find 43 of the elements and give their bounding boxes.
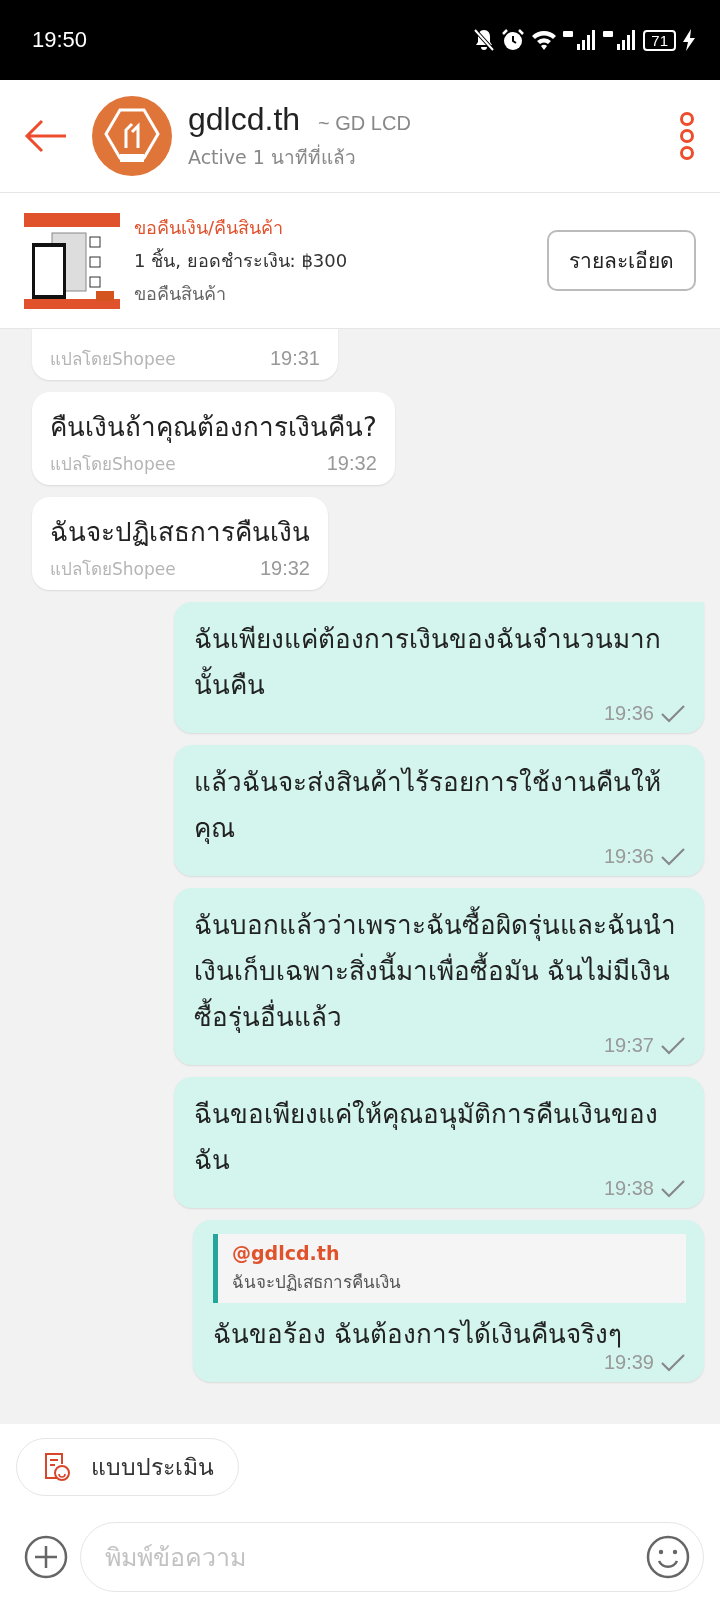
clock: 19:50 (32, 27, 88, 53)
message-time: 19:36 (603, 845, 654, 868)
quote-author: @gdlcd.th (232, 1242, 341, 1264)
message-text: ฉันเพียงแค่ต้องการเงินของฉันจำนวนมากนั้นคืน (194, 623, 662, 702)
emoji-icon[interactable] (646, 1535, 690, 1579)
signal-icon (603, 29, 638, 51)
message-time: 19:31 (269, 347, 320, 370)
message-time: 19:39 (603, 1351, 654, 1374)
signal-icon (563, 29, 598, 51)
translation-note: แปลโดยShopee (50, 558, 176, 581)
message-text: คืนเงินถ้าคุณต้องการเงินคืน? (50, 411, 377, 445)
order-status-title: ขอคืนเงิน/คืนสินค้า (134, 216, 285, 240)
message-time: 19:36 (603, 702, 654, 725)
message-time: 19:32 (259, 557, 310, 580)
message-text: ฉันขอร้อง ฉันต้องการได้เงินคืนจริงๆ (213, 1318, 624, 1351)
shop-name: gdlcd.th (188, 100, 301, 138)
order-request-type: ขอคืนสินค้า (134, 282, 227, 306)
order-summary: 1 ชิ้น, ยอดชำระเงิน: ฿300 (134, 247, 349, 273)
message-text: ฉันจะปฏิเสธการคืนเงิน (50, 516, 310, 549)
quote-text: ฉันจะปฏิเสธการคืนเงิน (232, 1271, 402, 1294)
quoted-message[interactable]: @gdlcd.th ฉันจะปฏิเสธการคืนเงิน (213, 1234, 686, 1303)
bell-off-icon (473, 28, 496, 52)
translation-note: แปลโดยShopee (50, 348, 176, 371)
alarm-icon (501, 28, 526, 52)
wifi-icon (531, 29, 558, 51)
shop-avatar[interactable] (92, 96, 172, 176)
survey-icon (43, 1452, 71, 1482)
add-icon[interactable] (24, 1535, 68, 1579)
details-button[interactable]: รายละเอียด (547, 230, 696, 291)
translation-note: แปลโดยShopee (50, 453, 176, 476)
battery-indicator: 71 (643, 29, 676, 51)
message-text: แล้วฉันจะส่งสินค้าไร้รอยการใช้งานคืนให้คุณ (194, 766, 662, 846)
more-options-icon[interactable] (678, 112, 696, 160)
back-arrow-icon[interactable] (24, 118, 68, 154)
message-time: 19:38 (603, 1177, 654, 1200)
message-text: ฉีนขอเพียงแค่ให้คุณอนุมัติการคืนเงินของฉัน (194, 1098, 659, 1177)
charging-icon (682, 29, 696, 51)
survey-button[interactable]: แบบประเมิน (16, 1438, 239, 1496)
activity-status: Active 1 นาทีที่แล้ว (188, 143, 357, 170)
message-time: 19:32 (326, 452, 377, 475)
shop-alias: ~ GD LCD (318, 111, 411, 135)
message-time: 19:37 (603, 1034, 654, 1057)
message-input[interactable]: พิมพ์ข้อความ (80, 1522, 704, 1592)
